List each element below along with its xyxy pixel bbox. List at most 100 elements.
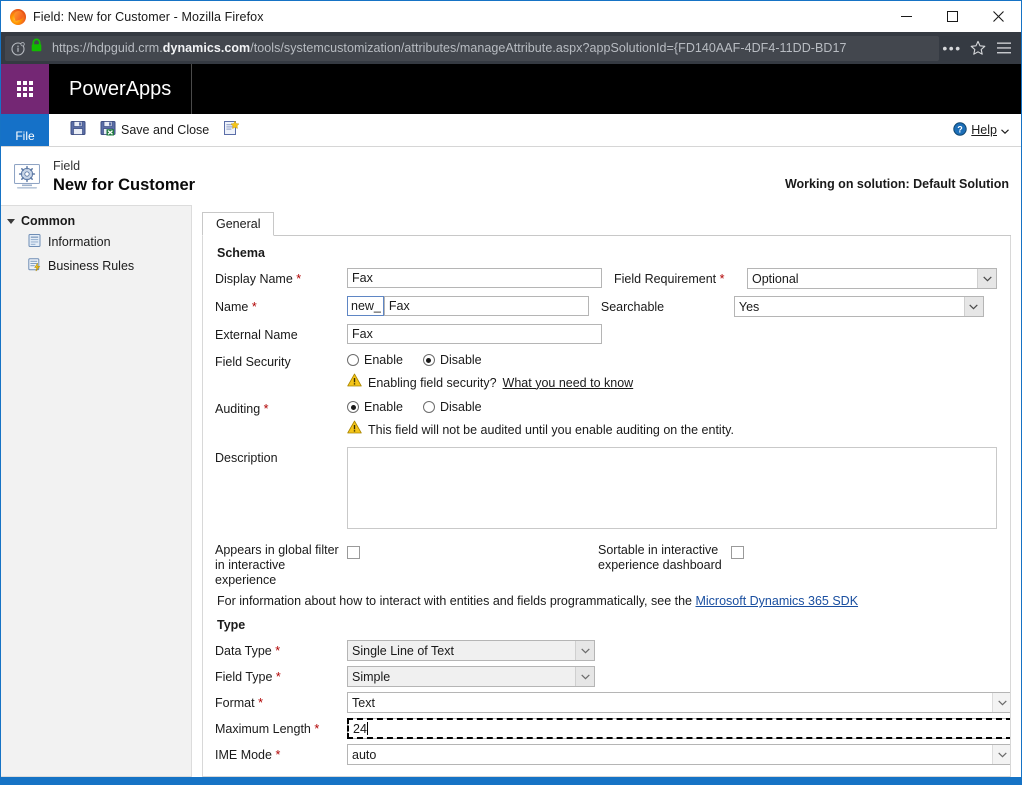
- sidebar: Common Information: [1, 205, 192, 777]
- external-name-input[interactable]: [347, 324, 602, 344]
- url-domain: dynamics.com: [163, 41, 250, 55]
- description-label: Description: [215, 447, 347, 466]
- ime-mode-select[interactable]: auto: [347, 744, 1011, 765]
- field-security-warning-link[interactable]: What you need to know: [503, 376, 634, 390]
- row-external-name: External Name: [215, 324, 998, 344]
- chevron-down-icon: [992, 745, 1011, 764]
- global-filter-label: Appears in global filter in interactive …: [215, 543, 347, 588]
- save-icon: [70, 120, 86, 141]
- new-document-icon: [223, 120, 239, 141]
- row-maximum-length: Maximum Length * 24: [215, 718, 998, 739]
- type-section-title: Type: [217, 618, 998, 632]
- firefox-window: Field: New for Customer - Mozilla Firefo…: [0, 0, 1022, 785]
- save-and-close-label: Save and Close: [121, 123, 209, 137]
- sortable-checkbox[interactable]: [731, 546, 744, 559]
- app-launcher-icon[interactable]: [1, 64, 49, 114]
- data-type-select[interactable]: Single Line of Text: [347, 640, 595, 661]
- row-format: Format * Text: [215, 692, 998, 713]
- display-name-input[interactable]: [347, 268, 602, 288]
- save-and-close-button[interactable]: Save and Close: [93, 116, 216, 144]
- sidebar-item-information[interactable]: Information: [1, 230, 191, 254]
- minimize-button[interactable]: [883, 1, 929, 32]
- bookmark-star-icon[interactable]: [965, 35, 991, 61]
- body-split: Common Information: [1, 205, 1021, 777]
- help-menu[interactable]: ? Help: [953, 114, 1021, 146]
- required-asterisk: *: [272, 644, 280, 658]
- name-prefix-box[interactable]: new_: [347, 296, 384, 316]
- field-security-enable-radio[interactable]: Enable: [347, 353, 403, 367]
- powerapps-app-bar: PowerApps: [1, 64, 1021, 114]
- radio-label: Enable: [364, 353, 403, 367]
- close-button[interactable]: [975, 1, 1021, 32]
- page-actions-icon[interactable]: •••: [939, 35, 965, 61]
- global-filter-checkbox[interactable]: [347, 546, 360, 559]
- field-security-disable-radio[interactable]: Disable: [423, 353, 482, 367]
- row-description: Description: [215, 447, 998, 534]
- radio-circle-selected: [347, 401, 359, 413]
- row-field-type: Field Type * Simple: [215, 666, 998, 687]
- tab-general[interactable]: General: [202, 212, 274, 236]
- warning-triangle-icon: [347, 373, 362, 392]
- page-info-icon[interactable]: [11, 41, 26, 56]
- lock-icon[interactable]: [30, 38, 43, 58]
- command-ribbon: File: [1, 114, 1021, 147]
- required-asterisk: *: [293, 272, 301, 286]
- field-security-label: Field Security: [215, 351, 347, 370]
- url-suffix: /tools/systemcustomization/attributes/ma…: [250, 41, 846, 55]
- radio-circle: [347, 354, 359, 366]
- information-icon: [27, 233, 42, 251]
- title-bar: Field: New for Customer - Mozilla Firefo…: [1, 1, 1021, 32]
- new-button[interactable]: [216, 116, 246, 144]
- business-rules-icon: [27, 257, 42, 275]
- sidebar-item-business-rules[interactable]: Business Rules: [1, 254, 191, 278]
- sortable-label: Sortable in interactive experience dashb…: [598, 543, 731, 573]
- maximize-button[interactable]: [929, 1, 975, 32]
- save-button[interactable]: [63, 116, 93, 144]
- file-tab[interactable]: File: [1, 114, 49, 146]
- radio-label: Disable: [440, 353, 482, 367]
- searchable-value: Yes: [735, 297, 964, 316]
- navigation-toolbar: https://hdpguid.crm.dynamics.com/tools/s…: [1, 32, 1021, 64]
- required-asterisk: *: [272, 670, 280, 684]
- sdk-note: For information about how to interact wi…: [217, 594, 998, 608]
- help-label: Help: [971, 123, 997, 137]
- url-bar[interactable]: https://hdpguid.crm.dynamics.com/tools/s…: [5, 36, 939, 61]
- row-interactive-options: Appears in global filter in interactive …: [215, 543, 998, 588]
- sidebar-item-label: Information: [48, 234, 111, 250]
- row-ime-mode: IME Mode * auto: [215, 744, 998, 765]
- hamburger-menu-icon[interactable]: [991, 35, 1017, 61]
- radio-circle: [423, 401, 435, 413]
- description-textarea[interactable]: [347, 447, 997, 529]
- auditing-enable-radio[interactable]: Enable: [347, 400, 403, 414]
- data-type-label: Data Type *: [215, 640, 347, 659]
- display-name-label: Display Name *: [215, 268, 347, 287]
- name-input[interactable]: [384, 296, 589, 316]
- sidebar-item-label: Business Rules: [48, 258, 134, 274]
- ime-mode-label: IME Mode *: [215, 744, 347, 763]
- field-requirement-label: Field Requirement *: [614, 268, 747, 287]
- text-cursor: [367, 722, 368, 735]
- page-title: New for Customer: [53, 174, 195, 196]
- required-asterisk: *: [272, 748, 280, 762]
- field-type-select[interactable]: Simple: [347, 666, 595, 687]
- sidebar-group-common[interactable]: Common: [1, 212, 191, 230]
- field-form: Schema Display Name * Field Requirement …: [202, 236, 1011, 777]
- field-requirement-select[interactable]: Optional: [747, 268, 997, 289]
- format-select[interactable]: Text: [347, 692, 1011, 713]
- format-value: Text: [348, 693, 992, 712]
- auditing-disable-radio[interactable]: Disable: [423, 400, 482, 414]
- searchable-select[interactable]: Yes: [734, 296, 984, 317]
- help-chevron-down-icon: [1001, 123, 1009, 137]
- content-pane: General Schema Display Name * Field Requ…: [192, 205, 1021, 777]
- chevron-down-icon: [575, 641, 594, 660]
- sdk-note-link[interactable]: Microsoft Dynamics 365 SDK: [695, 594, 858, 608]
- data-type-value: Single Line of Text: [348, 641, 575, 660]
- save-and-close-icon: [100, 120, 116, 141]
- name-label: Name *: [215, 296, 347, 315]
- auditing-warning: This field will not be audited until you…: [347, 420, 998, 439]
- status-bar: [1, 777, 1021, 784]
- chevron-down-icon: [992, 693, 1011, 712]
- field-security-warning-text: Enabling field security?: [368, 376, 497, 390]
- required-asterisk: *: [255, 696, 263, 710]
- maximum-length-input[interactable]: 24: [347, 718, 1011, 739]
